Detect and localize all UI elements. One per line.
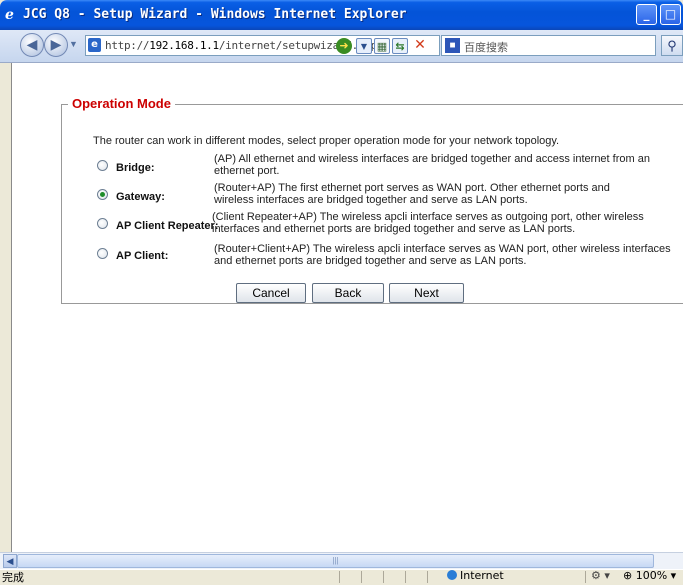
zoom-dropdown-icon: ▾ — [667, 569, 677, 582]
maximize-button[interactable]: □ — [660, 4, 681, 25]
search-input[interactable]: ■ 百度搜索 — [441, 35, 656, 56]
search-icon[interactable]: ⚲ — [661, 35, 683, 56]
bridge-radio[interactable] — [97, 160, 108, 171]
protected-mode-icon[interactable]: ⚙ ▾ — [591, 569, 610, 582]
status-divider — [339, 571, 340, 583]
scrollbar-thumb[interactable]: ||| — [17, 554, 654, 568]
gateway-description: (Router+AP) The first ethernet port serv… — [214, 182, 610, 206]
ie-logo-icon: e — [5, 7, 14, 23]
gateway-label: Gateway: — [116, 191, 165, 203]
baidu-logo-icon: ■ — [445, 38, 460, 53]
globe-icon — [447, 570, 457, 580]
page-viewport: Operation Mode The router can work in di… — [11, 63, 683, 552]
ap-client-repeater-label: AP Client Repeater: — [116, 220, 219, 232]
zoom-icon: ⊕ — [623, 569, 636, 582]
recent-pages-dropdown-icon[interactable]: ▼ — [69, 39, 78, 49]
ap-client-repeater-description: (Client Repeater+AP) The wireless apcli … — [212, 211, 644, 235]
status-bar: 完成 Internet ⚙ ▾ ⊕ 100% ▾ — [0, 569, 683, 584]
title-bar[interactable]: e JCG Q8 - Setup Wizard - Windows Intern… — [0, 0, 683, 30]
zoom-control[interactable]: ⊕ 100% ▾ — [623, 569, 676, 582]
stop-icon[interactable]: ✕ — [412, 38, 428, 54]
address-input[interactable]: e http://192.168.1.1/internet/setupwizar… — [85, 35, 440, 56]
horizontal-scrollbar[interactable]: ◀ ||| — [0, 552, 683, 569]
gateway-radio[interactable] — [97, 189, 108, 200]
back-button[interactable]: Back — [312, 283, 384, 303]
cancel-button[interactable]: Cancel — [236, 283, 306, 303]
status-divider — [427, 571, 428, 583]
status-divider — [383, 571, 384, 583]
window-title: JCG Q8 - Setup Wizard - Windows Internet… — [23, 7, 407, 22]
page-icon: e — [88, 38, 101, 52]
address-dropdown-icon[interactable]: ▼ — [356, 38, 372, 54]
section-title: Operation Mode — [68, 96, 175, 111]
ap-client-description: (Router+Client+AP) The wireless apcli in… — [214, 243, 671, 267]
forward-nav-button[interactable]: ▶ — [44, 33, 68, 57]
bridge-description: (AP) All ethernet and wireless interface… — [214, 153, 650, 177]
refresh-icon[interactable]: ⇆ — [392, 38, 408, 54]
ap-client-radio[interactable] — [97, 248, 108, 259]
compatibility-view-icon[interactable]: ▦ — [374, 38, 390, 54]
minimize-button[interactable]: _ — [636, 4, 657, 25]
scroll-left-icon[interactable]: ◀ — [3, 554, 17, 568]
status-divider — [405, 571, 406, 583]
status-text: 完成 — [2, 571, 24, 584]
intro-text: The router can work in different modes, … — [93, 135, 560, 147]
address-toolbar: ◀ ▶ ▼ e http://192.168.1.1/internet/setu… — [0, 30, 683, 63]
ap-client-repeater-radio[interactable] — [97, 218, 108, 229]
ap-client-label: AP Client: — [116, 250, 169, 262]
next-button[interactable]: Next — [389, 283, 464, 303]
back-nav-button[interactable]: ◀ — [20, 33, 44, 57]
search-placeholder: 百度搜索 — [464, 42, 508, 54]
go-icon[interactable]: ➜ — [336, 38, 352, 54]
security-zone[interactable]: Internet — [447, 569, 504, 582]
status-divider — [585, 571, 586, 583]
bridge-label: Bridge: — [116, 162, 155, 174]
status-divider — [361, 571, 362, 583]
